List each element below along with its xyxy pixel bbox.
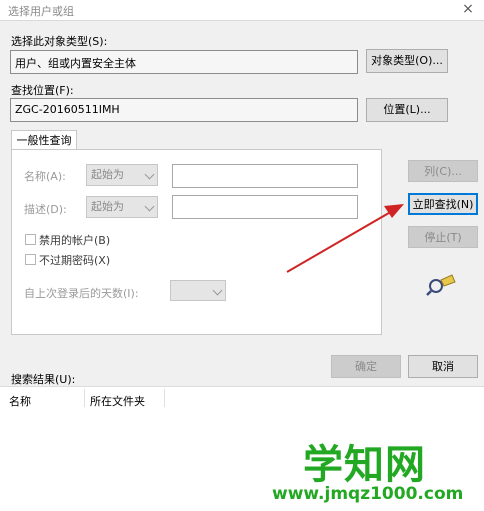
column-header-folder[interactable]: 所在文件夹 [90,393,145,409]
description-mode-select[interactable]: 起始为 [86,196,158,218]
search-results-label: 搜索结果(U): [11,373,76,386]
title-bar: 选择用户或组 × [0,0,484,21]
disabled-accounts-label: 禁用的帐户(B) [39,234,111,247]
tab-general-query[interactable]: 一般性查询 [11,130,77,150]
object-type-field: 用户、组或内置安全主体 [10,50,358,74]
window-title: 选择用户或组 [8,5,74,18]
watermark-brand: 学知网 [303,442,426,488]
columns-button[interactable]: 列(C)... [408,160,478,182]
days-since-logon-label: 自上次登录后的天数(I): [24,287,139,300]
location-button[interactable]: 位置(L)... [366,98,448,122]
find-now-button[interactable]: 立即查找(N) [408,193,478,215]
annotation-arrow-icon [286,204,404,273]
name-input[interactable] [172,164,358,188]
stop-button[interactable]: 停止(T) [408,226,478,248]
disabled-accounts-checkbox[interactable] [25,234,36,245]
column-header-name[interactable]: 名称 [9,393,31,409]
name-mode-select[interactable]: 起始为 [86,164,158,186]
close-icon[interactable]: × [460,0,476,18]
column-separator [84,389,85,407]
days-since-logon-select[interactable] [170,280,226,301]
description-label: 描述(D): [24,203,67,216]
no-expire-password-label: 不过期密码(X) [39,254,111,267]
name-mode-value: 起始为 [91,168,124,181]
chevron-down-icon [144,201,155,212]
location-field: ZGC-20160511IMH [10,98,358,122]
chevron-down-icon [144,169,155,180]
cancel-button[interactable]: 取消 [408,355,478,378]
chevron-down-icon [212,285,223,296]
ok-button[interactable]: 确定 [331,355,401,378]
description-mode-value: 起始为 [91,200,124,213]
watermark-url: www.jmqz1000.com [272,484,464,504]
object-type-button[interactable]: 对象类型(O)... [366,49,448,73]
name-label: 名称(A): [24,170,66,183]
search-flashlight-icon [426,274,456,296]
column-separator [164,389,165,407]
location-label: 查找位置(F): [11,84,74,97]
object-type-label: 选择此对象类型(S): [11,35,108,48]
no-expire-password-checkbox[interactable] [25,254,36,265]
